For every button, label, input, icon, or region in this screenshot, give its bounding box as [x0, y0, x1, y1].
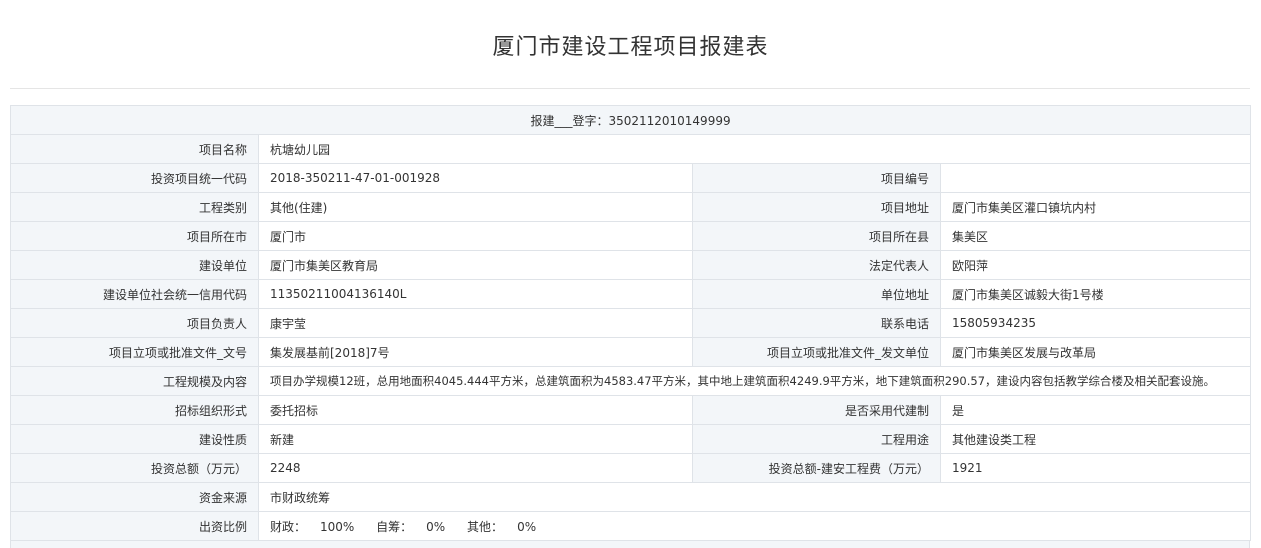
page-title: 厦门市建设工程项目报建表	[492, 35, 769, 60]
invest-code-value: 2018-350211-47-01-001928	[258, 163, 693, 193]
scale-value: 项目办学规模12班，总用地面积4045.444平方米，总建筑面积为4583.47…	[257, 366, 1252, 396]
ratio-other: 其他： 0%	[467, 520, 536, 534]
builder-value: 厦门市集美区教育局	[258, 250, 693, 280]
credit-code-label: 建设单位社会统一信用代码	[10, 279, 259, 309]
table-row: 项目名称 杭塘幼儿园	[10, 134, 1252, 164]
table-row: 招标组织形式 委托招标 是否采用代建制 是	[10, 395, 1252, 425]
table-row: 工程类别 其他(住建) 项目地址 厦门市集美区灌口镇坑内村	[10, 192, 1252, 222]
credit-code-value: 11350211004136140L	[258, 279, 693, 309]
fund-source-value: 市财政统筹	[257, 482, 1252, 512]
legal-rep-value: 欧阳萍	[939, 250, 1252, 280]
other-label: 其他：	[467, 519, 504, 534]
table-bottom-strip	[10, 541, 1250, 548]
self-label: 自筹：	[376, 519, 413, 534]
unit-address-label: 单位地址	[692, 279, 941, 309]
self-value: 0%	[426, 519, 446, 534]
approval-doc-value: 集发展基前[2018]7号	[258, 337, 693, 367]
county-label: 项目所在县	[692, 221, 941, 251]
leader-label: 项目负责人	[10, 308, 259, 338]
total-invest-label: 投资总额（万元）	[10, 453, 259, 483]
install-cost-label: 投资总额-建安工程费（万元）	[692, 453, 941, 483]
category-label: 工程类别	[10, 192, 259, 222]
address-label: 项目地址	[692, 192, 941, 222]
usage-value: 其他建设类工程	[939, 424, 1252, 454]
invest-code-label: 投资项目统一代码	[10, 163, 259, 193]
ratio-finance: 财政： 100%	[270, 520, 354, 534]
project-name-label: 项目名称	[10, 134, 259, 164]
table-row: 出资比例 财政： 100% 自筹： 0% 其他： 0%	[10, 511, 1252, 541]
project-no-value	[939, 163, 1252, 193]
agent-value: 是	[939, 395, 1252, 425]
table-row: 建设单位社会统一信用代码 11350211004136140L 单位地址 厦门市…	[10, 279, 1252, 309]
ratio-label: 出资比例	[10, 511, 259, 541]
project-name-value: 杭塘幼儿园	[257, 134, 1252, 164]
phone-value: 15805934235	[939, 308, 1252, 338]
table-row: 投资项目统一代码 2018-350211-47-01-001928 项目编号	[10, 163, 1252, 193]
table-row: 项目所在市 厦门市 项目所在县 集美区	[10, 221, 1252, 251]
ratio-value: 财政： 100% 自筹： 0% 其他： 0%	[257, 511, 1252, 541]
agent-label: 是否采用代建制	[692, 395, 941, 425]
other-value: 0%	[517, 519, 537, 534]
bidding-label: 招标组织形式	[10, 395, 259, 425]
finance-label: 财政：	[270, 519, 307, 534]
table-row: 建设单位 厦门市集美区教育局 法定代表人 欧阳萍	[10, 250, 1252, 280]
bidding-value: 委托招标	[258, 395, 693, 425]
table-row: 工程规模及内容 项目办学规模12班，总用地面积4045.444平方米，总建筑面积…	[10, 366, 1252, 396]
table-row: 项目负责人 康宇莹 联系电话 15805934235	[10, 308, 1252, 338]
registration-number: 报建___登字：3502112010149999	[9, 105, 1252, 135]
table-row: 资金来源 市财政统筹	[10, 482, 1252, 512]
registration-row: 报建___登字：3502112010149999	[9, 105, 1252, 135]
leader-value: 康宇莹	[258, 308, 693, 338]
report-table: 报建___登字：3502112010149999 项目名称 杭塘幼儿园 投资项目…	[9, 105, 1252, 541]
phone-label: 联系电话	[692, 308, 941, 338]
install-cost-value: 1921	[939, 453, 1252, 483]
title-divider	[10, 88, 1250, 89]
table-row: 项目立项或批准文件_文号 集发展基前[2018]7号 项目立项或批准文件_发文单…	[10, 337, 1252, 367]
nature-label: 建设性质	[10, 424, 259, 454]
total-invest-value: 2248	[258, 453, 693, 483]
approval-unit-label: 项目立项或批准文件_发文单位	[692, 337, 941, 367]
legal-rep-label: 法定代表人	[692, 250, 941, 280]
unit-address-value: 厦门市集美区诚毅大街1号楼	[939, 279, 1252, 309]
category-value: 其他(住建)	[258, 192, 693, 222]
table-row: 建设性质 新建 工程用途 其他建设类工程	[10, 424, 1252, 454]
ratio-self: 自筹： 0%	[376, 520, 445, 534]
county-value: 集美区	[939, 221, 1252, 251]
finance-value: 100%	[320, 519, 355, 534]
city-label: 项目所在市	[10, 221, 259, 251]
table-row: 投资总额（万元） 2248 投资总额-建安工程费（万元） 1921	[10, 453, 1252, 483]
approval-unit-value: 厦门市集美区发展与改革局	[939, 337, 1252, 367]
fund-source-label: 资金来源	[10, 482, 259, 512]
scale-label: 工程规模及内容	[10, 366, 259, 396]
usage-label: 工程用途	[692, 424, 941, 454]
builder-label: 建设单位	[10, 250, 259, 280]
nature-value: 新建	[258, 424, 693, 454]
address-value: 厦门市集美区灌口镇坑内村	[939, 192, 1252, 222]
approval-doc-label: 项目立项或批准文件_文号	[10, 337, 259, 367]
project-no-label: 项目编号	[692, 163, 941, 193]
city-value: 厦门市	[258, 221, 693, 251]
